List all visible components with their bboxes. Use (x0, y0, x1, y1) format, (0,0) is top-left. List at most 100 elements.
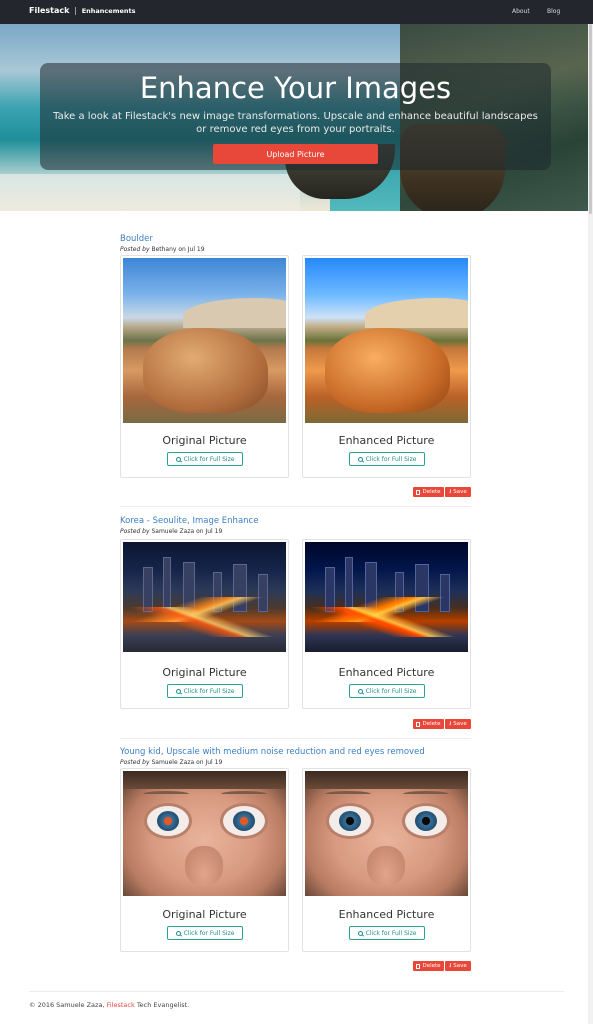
footer-divider (29, 991, 564, 992)
enhanced-picture-card: Enhanced Picture Click for Full Size (302, 768, 471, 952)
original-picture-card: Original Picture Click for Full Size (120, 539, 289, 709)
full-size-button[interactable]: Click for Full Size (167, 684, 243, 698)
search-icon (175, 456, 181, 462)
post-date: on Jul 19 (196, 759, 223, 766)
original-picture-card: Original Picture Click for Full Size (120, 768, 289, 952)
divider (120, 738, 471, 739)
image-iris (157, 811, 179, 831)
nav-link-about[interactable]: About (512, 8, 530, 15)
nav-link-blog[interactable]: Blog (547, 8, 560, 15)
image-rock (325, 328, 450, 413)
original-picture-label: Original Picture (162, 666, 247, 679)
save-button[interactable]: ⭳ Save (445, 961, 471, 971)
image-iris (339, 811, 361, 831)
original-picture-image[interactable] (123, 542, 286, 652)
original-picture-label: Original Picture (162, 434, 247, 447)
image-iris (415, 811, 437, 831)
post-author: Samuele Zaza (151, 528, 195, 535)
hero-overlay: Enhance Your Images Take a look at Files… (40, 63, 551, 170)
search-icon (357, 688, 363, 694)
download-icon: ⭳ (449, 488, 452, 495)
image-hill (183, 298, 286, 328)
hero-banner: Enhance Your Images Take a look at Files… (0, 24, 588, 211)
download-icon: ⭳ (449, 962, 452, 969)
image-brow (221, 791, 267, 797)
scrollbar[interactable] (588, 24, 593, 1024)
image-eye (405, 806, 447, 836)
full-size-button[interactable]: Click for Full Size (349, 684, 425, 698)
full-size-button[interactable]: Click for Full Size (349, 452, 425, 466)
hero-title: Enhance Your Images (139, 71, 452, 105)
post-young-kid: Young kid, Upscale with medium noise red… (120, 747, 471, 766)
save-label: Save (453, 963, 467, 969)
post-meta: Posted by Samuele Zaza on Jul 19 (120, 759, 471, 766)
download-icon: ⭳ (449, 720, 452, 727)
image-eye (147, 806, 189, 836)
search-icon (175, 930, 181, 936)
delete-button[interactable]: Delete (413, 719, 444, 729)
enhanced-picture-image[interactable] (305, 771, 468, 896)
enhanced-picture-image[interactable] (305, 258, 468, 423)
divider (120, 506, 471, 507)
brand[interactable]: Filestack | Enhancements (29, 6, 135, 15)
original-picture-image[interactable] (123, 771, 286, 896)
post-date: on Jul 19 (178, 246, 205, 253)
enhanced-picture-label: Enhanced Picture (338, 666, 435, 679)
image-rock (143, 328, 268, 413)
delete-label: Delete (422, 489, 441, 495)
full-size-label: Click for Full Size (365, 687, 417, 695)
post-meta: Posted by Samuele Zaza on Jul 19 (120, 528, 471, 535)
image-brow (143, 791, 189, 797)
full-size-button[interactable]: Click for Full Size (167, 926, 243, 940)
image-eye (223, 806, 265, 836)
footer-brand-link[interactable]: Filestack (107, 1001, 135, 1009)
delete-button[interactable]: Delete (413, 961, 444, 971)
post-title[interactable]: Boulder (120, 234, 471, 244)
scrollbar-thumb[interactable] (589, 24, 592, 214)
full-size-label: Click for Full Size (183, 687, 235, 695)
delete-button[interactable]: Delete (413, 487, 444, 497)
full-size-label: Click for Full Size (365, 455, 417, 463)
full-size-button[interactable]: Click for Full Size (167, 452, 243, 466)
navbar: Filestack | Enhancements About Blog (0, 0, 593, 24)
image-hill (365, 298, 468, 328)
enhanced-picture-card: Enhanced Picture Click for Full Size (302, 255, 471, 478)
footer-suffix: Tech Evangelist. (136, 1001, 190, 1009)
save-label: Save (453, 489, 467, 495)
footer: © 2016 Samuele Zaza, Filestack Tech Evan… (29, 1001, 189, 1009)
post-korea: Korea - Seoulite, Image Enhance Posted b… (120, 516, 471, 535)
save-button[interactable]: ⭳ Save (445, 487, 471, 497)
enhanced-picture-image[interactable] (305, 542, 468, 652)
brand-name[interactable]: Filestack (29, 6, 69, 15)
post-author: Bethany (151, 246, 177, 253)
image-iris (233, 811, 255, 831)
search-icon (175, 688, 181, 694)
post-title[interactable]: Young kid, Upscale with medium noise red… (120, 747, 471, 757)
enhanced-picture-label: Enhanced Picture (338, 434, 435, 447)
post-author: Samuele Zaza (151, 759, 195, 766)
image-nose (367, 846, 405, 886)
posted-by-label: Posted by (120, 528, 150, 535)
original-picture-card: Original Picture Click for Full Size (120, 255, 289, 478)
enhanced-picture-label: Enhanced Picture (338, 908, 435, 921)
image-brow (325, 791, 371, 797)
original-picture-image[interactable] (123, 258, 286, 423)
footer-prefix: © 2016 Samuele Zaza, (29, 1001, 105, 1009)
brand-subtitle[interactable]: Enhancements (82, 7, 136, 15)
full-size-button[interactable]: Click for Full Size (349, 926, 425, 940)
full-size-label: Click for Full Size (183, 929, 235, 937)
enhanced-picture-card: Enhanced Picture Click for Full Size (302, 539, 471, 709)
upload-picture-button[interactable]: Upload Picture (213, 144, 378, 164)
search-icon (357, 930, 363, 936)
search-icon (357, 456, 363, 462)
image-eye (329, 806, 371, 836)
image-traffic-lights (123, 607, 286, 637)
image-hair (305, 771, 468, 789)
post-title[interactable]: Korea - Seoulite, Image Enhance (120, 516, 471, 526)
save-label: Save (453, 721, 467, 727)
posted-by-label: Posted by (120, 759, 150, 766)
delete-label: Delete (422, 963, 441, 969)
brand-separator: | (74, 6, 77, 15)
save-button[interactable]: ⭳ Save (445, 719, 471, 729)
original-picture-label: Original Picture (162, 908, 247, 921)
